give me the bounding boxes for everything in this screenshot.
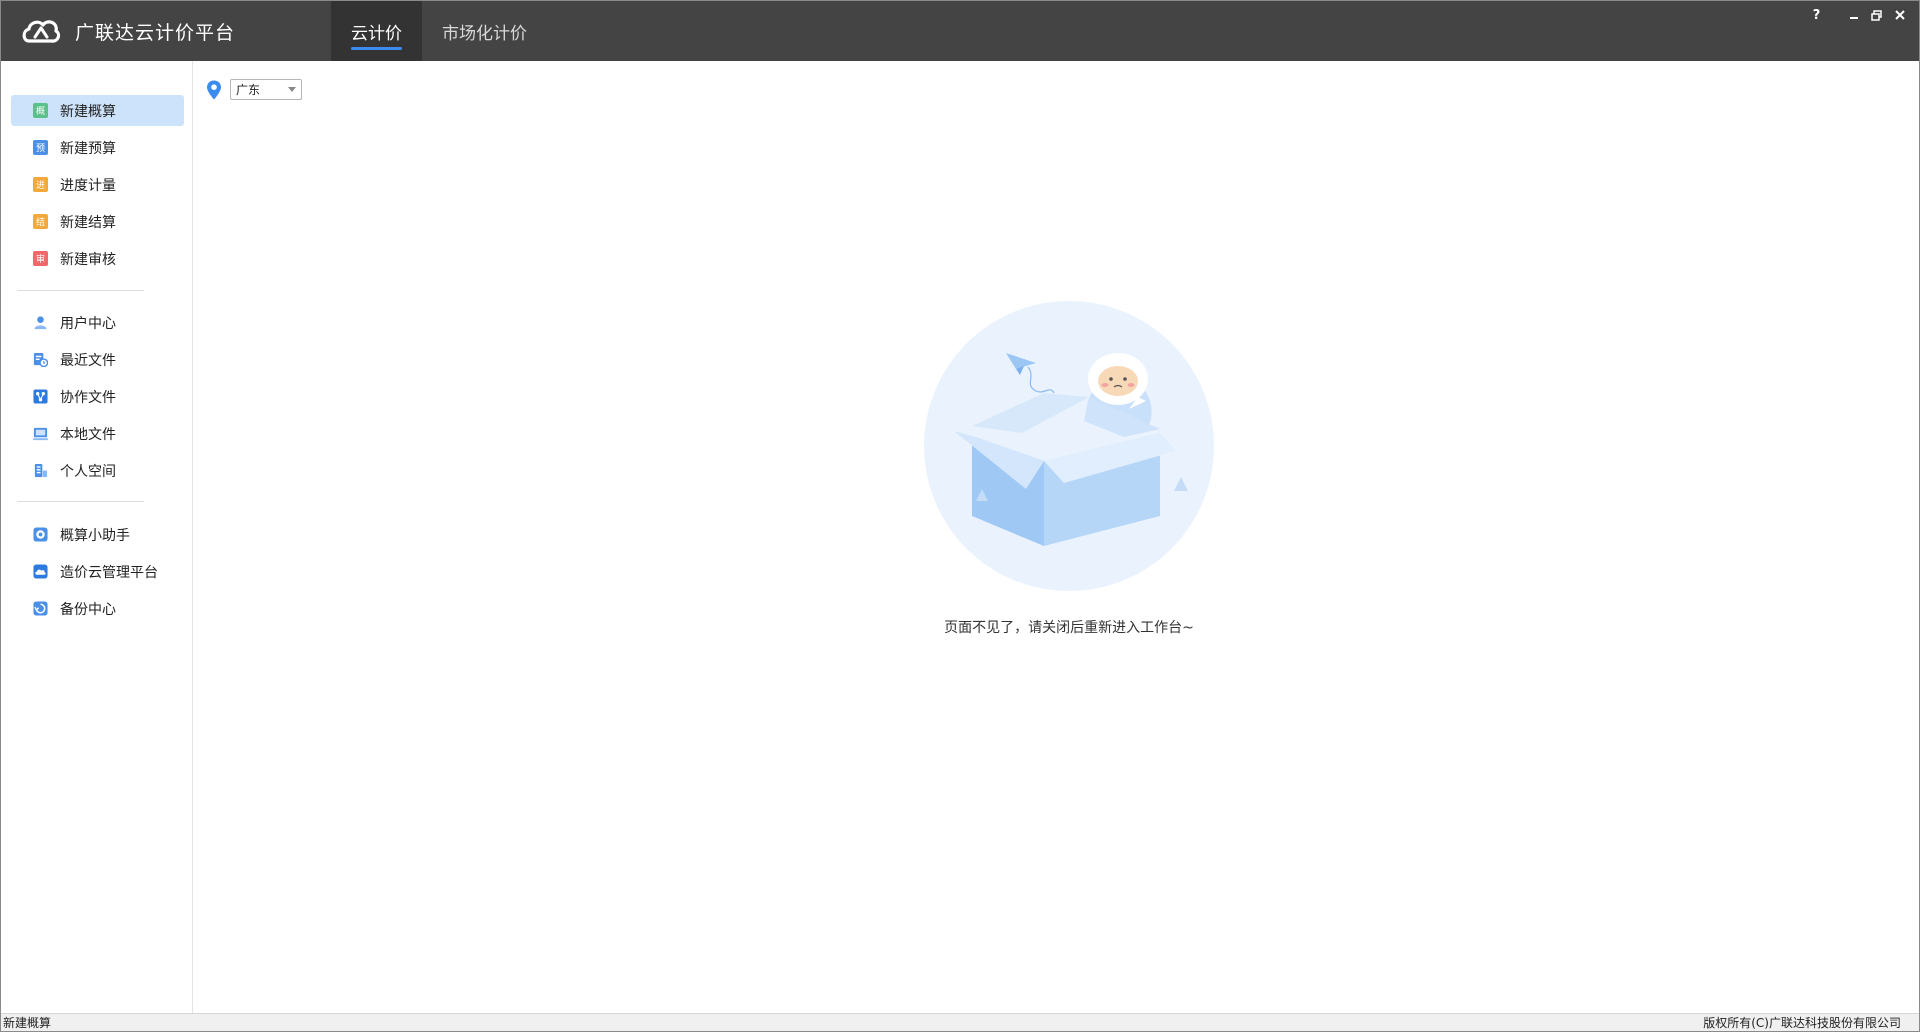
app-title: 广联达云计价平台 — [75, 21, 236, 44]
title-bar: 广联达云计价平台 云计价 市场化计价 ? — [1, 1, 1919, 61]
settlement-icon: 结 — [33, 214, 48, 229]
sidebar-item-local-files[interactable]: 本地文件 — [11, 418, 184, 449]
tools-group: 概算小助手 造价云管理平台 备份中心 — [11, 519, 184, 630]
status-bar: 新建概算 版权所有(C)广联达科技股份有限公司 — [1, 1013, 1919, 1031]
sidebar-item-personal-space[interactable]: 个人空间 — [11, 455, 184, 486]
minimize-icon — [1849, 17, 1858, 19]
tab-label: 云计价 — [351, 23, 402, 44]
estimate-icon: 概 — [33, 103, 48, 118]
empty-box-illustration — [924, 301, 1214, 591]
sidebar-item-label: 个人空间 — [60, 463, 116, 480]
tab-label: 市场化计价 — [442, 23, 527, 44]
backup-icon — [33, 601, 48, 616]
glodon-logo-icon — [22, 20, 61, 43]
user-icon — [34, 316, 47, 330]
minimize-button[interactable] — [1842, 4, 1865, 26]
local-files-icon — [33, 427, 48, 441]
sidebar-item-label: 新建审核 — [60, 251, 116, 268]
status-left-text: 新建概算 — [3, 1016, 52, 1030]
sidebar-item-new-budget[interactable]: 预 新建预算 — [11, 132, 184, 163]
main-tabs: 云计价 市场化计价 — [331, 1, 547, 61]
close-icon — [1894, 10, 1905, 20]
empty-state: 页面不见了，请关闭后重新进入工作台~ — [894, 301, 1244, 637]
sidebar-item-cost-cloud-platform[interactable]: 造价云管理平台 — [11, 556, 184, 587]
tab-cloud-pricing[interactable]: 云计价 — [331, 1, 422, 61]
sidebar-item-backup-center[interactable]: 备份中心 — [11, 593, 184, 624]
sidebar-item-new-estimate[interactable]: 概 新建概算 — [11, 95, 184, 126]
sidebar-item-label: 新建预算 — [60, 140, 116, 157]
sidebar-item-new-audit[interactable]: 审 新建审核 — [11, 243, 184, 274]
restore-icon — [1871, 9, 1882, 21]
brand: 广联达云计价平台 — [21, 1, 235, 61]
files-group: 用户中心 最近文件 协作文件 本地文件 个人空间 — [11, 307, 184, 492]
assistant-icon — [33, 527, 48, 542]
sidebar: 概 新建概算 预 新建预算 进 进度计量 结 新建结算 审 新建审核 用户中心 … — [1, 61, 193, 1013]
restore-button[interactable] — [1865, 4, 1888, 26]
cloud-platform-icon — [33, 564, 48, 579]
sidebar-item-collab-files[interactable]: 协作文件 — [11, 381, 184, 412]
create-group: 概 新建概算 预 新建预算 进 进度计量 结 新建结算 审 新建审核 — [11, 95, 184, 280]
sidebar-item-label: 本地文件 — [60, 426, 116, 443]
sidebar-item-label: 新建概算 — [60, 103, 116, 120]
sidebar-item-new-settlement[interactable]: 结 新建结算 — [11, 206, 184, 237]
sidebar-item-label: 新建结算 — [60, 214, 116, 231]
audit-icon: 审 — [33, 251, 48, 266]
sidebar-item-label: 概算小助手 — [60, 527, 130, 544]
main-content: 广东 页面不见了，请关闭后重新进入工作台~ — [194, 61, 1919, 1013]
sidebar-item-progress-measure[interactable]: 进 进度计量 — [11, 169, 184, 200]
personal-space-icon — [34, 463, 48, 478]
region-selected-value: 广东 — [236, 83, 261, 97]
recent-files-icon — [33, 352, 48, 367]
sidebar-item-label: 备份中心 — [60, 601, 116, 618]
sidebar-divider — [17, 290, 144, 291]
copyright-text: 版权所有(C)广联达科技股份有限公司 — [1703, 1016, 1901, 1030]
budget-icon: 预 — [33, 140, 48, 155]
app-window: 广联达云计价平台 云计价 市场化计价 ? 概 新建概算 预 新建预算 进 进度计… — [0, 0, 1920, 1032]
sidebar-item-label: 用户中心 — [60, 315, 116, 332]
sidebar-item-label: 协作文件 — [60, 389, 116, 406]
close-button[interactable] — [1888, 4, 1911, 26]
sidebar-item-label: 最近文件 — [60, 352, 116, 369]
empty-state-message: 页面不见了，请关闭后重新进入工作台~ — [944, 620, 1194, 636]
tab-market-pricing[interactable]: 市场化计价 — [422, 1, 547, 61]
help-icon: ? — [1812, 7, 1821, 23]
help-button[interactable]: ? — [1805, 4, 1828, 26]
collaboration-icon — [33, 389, 48, 404]
sidebar-item-estimate-assistant[interactable]: 概算小助手 — [11, 519, 184, 550]
location-pin-icon — [207, 80, 221, 99]
sidebar-item-user-center[interactable]: 用户中心 — [11, 307, 184, 338]
sidebar-divider — [17, 501, 144, 502]
sidebar-item-recent-files[interactable]: 最近文件 — [11, 344, 184, 375]
region-select[interactable]: 广东 — [230, 79, 302, 100]
window-controls: ? — [1805, 4, 1911, 26]
progress-icon: 进 — [33, 177, 48, 192]
region-bar: 广东 — [206, 79, 302, 100]
sidebar-item-label: 进度计量 — [60, 177, 116, 194]
chevron-down-icon — [288, 87, 296, 92]
sidebar-item-label: 造价云管理平台 — [60, 564, 158, 581]
active-tab-indicator — [351, 47, 402, 50]
